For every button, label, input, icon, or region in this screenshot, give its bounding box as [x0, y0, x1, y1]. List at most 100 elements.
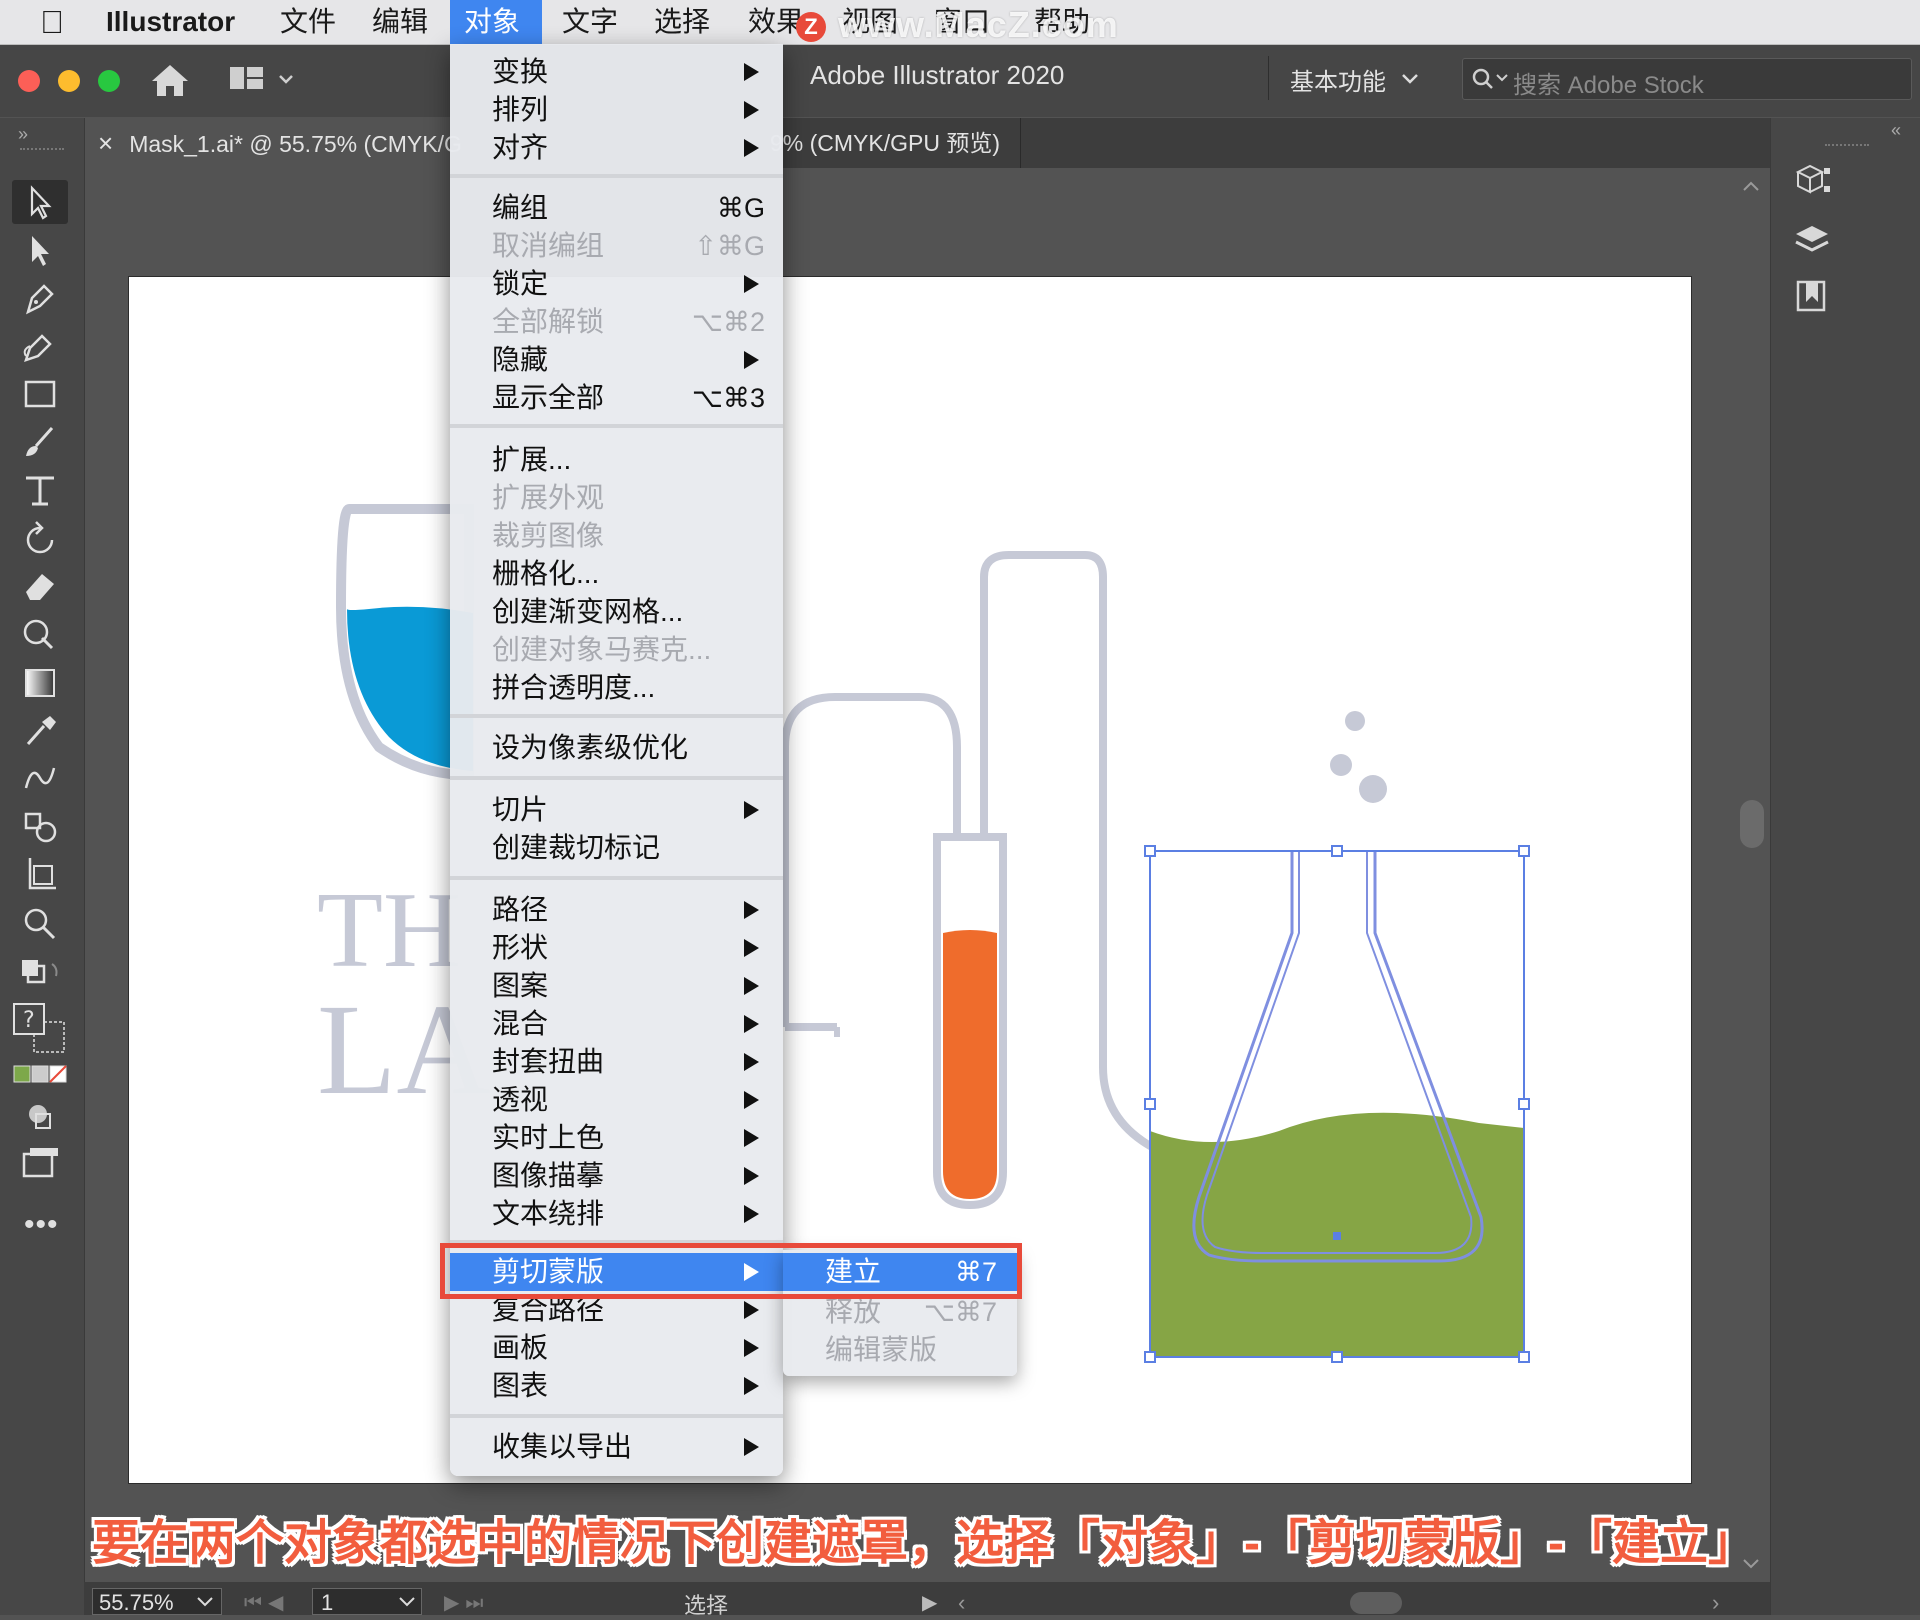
gradient-tool-icon[interactable] [18, 662, 62, 702]
menu-item-transform[interactable]: 变换 [450, 53, 783, 91]
zoom-dropdown-icon[interactable] [196, 1596, 214, 1608]
menu-type[interactable]: 文字 [548, 0, 632, 44]
panel-grip[interactable] [20, 148, 64, 154]
workspace-switcher[interactable]: 基本功能 [1290, 62, 1386, 97]
puppet-warp-tool-icon[interactable] [18, 614, 62, 654]
home-icon[interactable] [150, 62, 190, 98]
menu-item-text-wrap[interactable]: 文本绕排 [450, 1195, 783, 1233]
paintbrush-tool-icon[interactable] [18, 422, 62, 462]
pen-tool-icon[interactable] [18, 278, 62, 318]
libraries-icon[interactable] [1792, 162, 1832, 202]
scroll-right-icon[interactable]: › [1712, 1590, 1719, 1616]
color-mode-icon[interactable] [12, 1062, 70, 1084]
menu-edit[interactable]: 编辑 [358, 0, 442, 44]
status-mode-label: 选择 [684, 1593, 729, 1618]
swap-fill-stroke-icon[interactable] [18, 956, 62, 996]
menu-item-slice[interactable]: 切片 [450, 791, 783, 829]
menu-item-graph[interactable]: 图表 [450, 1367, 783, 1405]
apple-icon[interactable]:  [26, 0, 78, 44]
type-tool-icon[interactable] [18, 470, 62, 510]
curvature-tool-icon[interactable] [18, 326, 62, 366]
menu-item-artboards[interactable]: 画板 [450, 1329, 783, 1367]
status-menu-arrow-icon[interactable]: ▶ [922, 1590, 937, 1615]
watermark-badge: Z [796, 12, 826, 42]
menu-file[interactable]: 文件 [266, 0, 350, 44]
menu-item-rasterize[interactable]: 栅格化... [450, 555, 783, 593]
submenu-arrow-icon [744, 1053, 759, 1071]
menu-item-create-object-mosaic: 创建对象马赛克... [492, 634, 712, 665]
menu-item-group[interactable]: 编组 ⌘G [450, 189, 783, 227]
bubble [1345, 711, 1365, 731]
menu-item-flatten-transparency[interactable]: 拼合透明度... [450, 669, 783, 707]
menu-item-hide[interactable]: 隐藏 [450, 341, 783, 379]
menu-item-shape[interactable]: 形状 [450, 929, 783, 967]
tab-other-document[interactable]: 9% (CMYK/GPU 预览) [770, 118, 1021, 168]
scroll-up-icon[interactable] [1742, 180, 1760, 192]
menu-item-arrange[interactable]: 排列 [450, 91, 783, 129]
menu-item-envelope-distort[interactable]: 封套扭曲 [450, 1043, 783, 1081]
tab-mask-document[interactable]: × Mask_1.ai* @ 55.75% (CMYK/G [84, 118, 462, 168]
zoom-window-button[interactable] [98, 70, 120, 92]
layers-icon[interactable] [1792, 220, 1832, 260]
submenu-arrow-icon [744, 1339, 759, 1357]
submenu-arrow-icon [744, 63, 759, 81]
menu-item-show-all[interactable]: 显示全部 ⌥⌘3 [450, 379, 783, 417]
menu-item-collect-for-export[interactable]: 收集以导出 [450, 1428, 783, 1466]
vertical-scrollbar[interactable] [1732, 168, 1770, 1578]
eraser-tool-icon[interactable] [18, 566, 62, 606]
tube-left-loop [781, 693, 961, 1027]
artboard-dropdown-icon[interactable] [398, 1596, 416, 1608]
selection-tool-icon[interactable] [18, 182, 62, 222]
menu-select[interactable]: 选择 [640, 0, 724, 44]
stock-search-input[interactable]: 搜索 Adobe Stock [1462, 58, 1912, 100]
last-artboard-icon[interactable]: ▶⏭ [444, 1590, 489, 1615]
first-artboard-icon[interactable]: ⏮◀ [244, 1590, 289, 1615]
submenu-arrow-icon [744, 101, 759, 119]
collapse-panel-icon[interactable]: » [18, 124, 28, 145]
collapse-dock-icon[interactable]: « [1891, 120, 1901, 141]
menu-item-image-trace[interactable]: 图像描摹 [450, 1157, 783, 1195]
scroll-thumb[interactable] [1740, 800, 1764, 848]
menu-item-path[interactable]: 路径 [450, 891, 783, 929]
screen-mode-icon[interactable] [18, 1144, 62, 1184]
menu-app-name[interactable]: Illustrator [92, 0, 249, 44]
watermark: www.MacZ.com [838, 4, 1119, 45]
menu-item-perspective[interactable]: 透视 [450, 1081, 783, 1119]
arrange-documents-icon[interactable] [228, 64, 298, 94]
submenu-arrow-icon [744, 1377, 759, 1395]
menu-item-blend[interactable]: 混合 [450, 1005, 783, 1043]
menu-item-expand[interactable]: 扩展... [450, 441, 783, 479]
test-tube-liquid [943, 930, 997, 1199]
menu-separator [450, 424, 783, 428]
symbol-sprayer-tool-icon[interactable] [18, 806, 62, 846]
artboard-tool-icon[interactable] [18, 854, 62, 894]
menu-item-live-paint[interactable]: 实时上色 [450, 1119, 783, 1157]
menu-item-make-pixel-perfect[interactable]: 设为像素级优化 [450, 729, 783, 767]
submenu-arrow-icon [744, 1438, 759, 1456]
fill-stroke-swatch-icon[interactable]: ? [10, 1000, 74, 1056]
dock-grip[interactable] [1825, 144, 1869, 150]
highlight-box [440, 1243, 1022, 1299]
menu-item-pattern[interactable]: 图案 [450, 967, 783, 1005]
asset-export-icon[interactable] [1792, 276, 1832, 316]
zoom-tool-icon[interactable] [18, 902, 62, 942]
direct-selection-tool-icon[interactable] [18, 230, 62, 270]
rectangle-tool-icon[interactable] [18, 374, 62, 414]
horizontal-scroll-thumb[interactable] [1350, 1592, 1402, 1614]
more-tools-icon[interactable]: ••• [24, 1208, 59, 1242]
scroll-left-icon[interactable]: ‹ [958, 1590, 965, 1616]
menu-object[interactable]: 对象 [450, 0, 542, 44]
draw-mode-icon[interactable] [18, 1096, 62, 1136]
menu-item-create-gradient-mesh[interactable]: 创建渐变网格... [450, 593, 783, 631]
minimize-window-button[interactable] [58, 70, 80, 92]
chevron-down-icon[interactable] [1400, 72, 1420, 86]
close-window-button[interactable] [18, 70, 40, 92]
submenu-arrow-icon [744, 351, 759, 369]
eyedropper-tool-icon[interactable] [18, 710, 62, 750]
blend-tool-icon[interactable] [18, 758, 62, 798]
menu-item-lock[interactable]: 锁定 [450, 265, 783, 303]
menu-item-align[interactable]: 对齐 [450, 129, 783, 167]
rotate-tool-icon[interactable] [18, 518, 62, 558]
menu-item-create-trim-marks[interactable]: 创建裁切标记 [450, 829, 783, 867]
tab-close-icon[interactable]: × [98, 128, 113, 158]
